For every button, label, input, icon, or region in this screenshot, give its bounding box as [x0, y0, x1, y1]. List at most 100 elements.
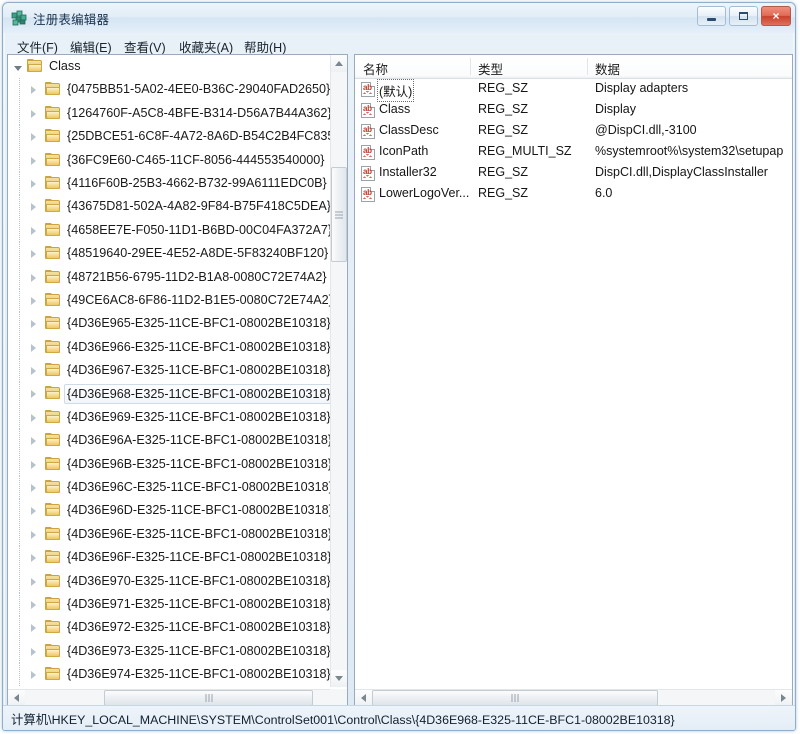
tree-item[interactable]: {43675D81-502A-4A82-9F84-B75F418C5DEA} — [8, 195, 330, 218]
tree-item[interactable]: {4D36E973-E325-11CE-BFC1-08002BE10318} — [8, 640, 330, 663]
tree-scroll-up-button[interactable] — [331, 55, 347, 72]
title-bar: 注册表编辑器 × — [3, 3, 795, 33]
tree-item[interactable]: {48519640-29EE-4E52-A8DE-5F83240BF120} — [8, 242, 330, 265]
tree-connector-line — [19, 523, 20, 546]
folder-icon — [45, 620, 61, 634]
expand-collapse-arrow[interactable] — [29, 180, 38, 189]
expand-collapse-arrow[interactable] — [29, 461, 38, 470]
expand-collapse-arrow[interactable] — [29, 648, 38, 657]
expand-collapse-arrow[interactable] — [29, 414, 38, 423]
tree-item[interactable]: {4D36E96F-E325-11CE-BFC1-08002BE10318} — [8, 546, 330, 569]
tree-item[interactable]: {4116F60B-25B3-4662-B732-99A6111EDC0B} — [8, 172, 330, 195]
tree-item[interactable]: {25DBCE51-6C8F-4A72-8A6D-B54C2B4FC835} — [8, 125, 330, 148]
value-row[interactable]: abClassDescREG_SZ@DispCI.dll,-3100 — [355, 121, 792, 142]
maximize-button[interactable] — [729, 6, 758, 26]
expand-collapse-arrow[interactable] — [29, 624, 38, 633]
tree-item[interactable]: {4D36E96A-E325-11CE-BFC1-08002BE10318} — [8, 429, 330, 452]
tree-item[interactable]: {4658EE7E-F050-11D1-B6BD-00C04FA372A7} — [8, 219, 330, 242]
tree-item-label: {4D36E971-E325-11CE-BFC1-08002BE10318} — [67, 595, 330, 613]
value-type: REG_SZ — [478, 123, 528, 137]
column-header-2[interactable]: 数据 — [595, 59, 620, 78]
tree-connector-line — [19, 195, 20, 218]
tree-connector-line — [19, 663, 20, 686]
tree-item[interactable]: {1264760F-A5C8-4BFE-B314-D56A7B44A362} — [8, 102, 330, 125]
column-header-0[interactable]: 名称 — [363, 59, 388, 78]
tree-item[interactable]: {4D36E96D-E325-11CE-BFC1-08002BE10318} — [8, 499, 330, 522]
tree-item[interactable]: {4D36E970-E325-11CE-BFC1-08002BE10318} — [8, 570, 330, 593]
tree-item[interactable]: {4D36E972-E325-11CE-BFC1-08002BE10318} — [8, 616, 330, 639]
tree-item[interactable]: {4D36E966-E325-11CE-BFC1-08002BE10318} — [8, 336, 330, 359]
value-row[interactable]: ab(默认)REG_SZDisplay adapters — [355, 79, 792, 100]
tree-item[interactable]: {0475BB51-5A02-4EE0-B36C-29040FAD2650} — [8, 78, 330, 101]
tree-connector-line — [19, 382, 20, 405]
value-row[interactable]: abLowerLogoVer...REG_SZ6.0 — [355, 184, 792, 205]
tree-root-item[interactable]: Class — [8, 55, 330, 78]
value-row[interactable]: abIconPathREG_MULTI_SZ%systemroot%\syste… — [355, 142, 792, 163]
expand-collapse-arrow[interactable] — [29, 507, 38, 516]
tree-scroll-left-button[interactable] — [8, 690, 25, 706]
expand-collapse-arrow[interactable] — [29, 157, 38, 166]
list-scroll-left-button[interactable] — [355, 690, 372, 706]
expand-collapse-arrow[interactable] — [29, 671, 38, 680]
value-row[interactable]: abInstaller32REG_SZDispCI.dll,DisplayCla… — [355, 163, 792, 184]
expand-collapse-arrow[interactable] — [29, 344, 38, 353]
minimize-button[interactable] — [697, 6, 726, 26]
expand-collapse-arrow[interactable] — [29, 133, 38, 142]
expand-collapse-arrow[interactable] — [29, 297, 38, 306]
tree-item[interactable]: {36FC9E60-C465-11CF-8056-444553540000} — [8, 149, 330, 172]
expand-collapse-arrow[interactable] — [29, 367, 38, 376]
expand-collapse-arrow[interactable] — [29, 320, 38, 329]
value-name: LowerLogoVer... — [379, 186, 469, 200]
column-divider[interactable] — [587, 58, 588, 75]
expand-collapse-arrow[interactable] — [29, 110, 38, 119]
expand-collapse-arrow[interactable] — [29, 601, 38, 610]
expand-collapse-arrow[interactable] — [29, 437, 38, 446]
tree-connector-line — [19, 476, 20, 499]
tree-connector-line — [19, 499, 20, 522]
folder-icon — [27, 59, 43, 73]
tree-item-selected[interactable]: {4D36E968-E325-11CE-BFC1-08002BE10318} — [8, 382, 330, 405]
tree-item[interactable]: {4D36E969-E325-11CE-BFC1-08002BE10318} — [8, 406, 330, 429]
tree-connector-line — [19, 593, 20, 616]
tree-item[interactable]: {48721B56-6795-11D2-B1A8-0080C72E74A2} — [8, 266, 330, 289]
value-name: IconPath — [379, 144, 428, 158]
tree-item[interactable]: {4D36E96C-E325-11CE-BFC1-08002BE10318} — [8, 476, 330, 499]
expand-collapse-arrow[interactable] — [29, 531, 38, 540]
tree-item-label: {4D36E96A-E325-11CE-BFC1-08002BE10318} — [67, 431, 330, 449]
expand-collapse-arrow[interactable] — [29, 227, 38, 236]
tree-item[interactable]: {4D36E965-E325-11CE-BFC1-08002BE10318} — [8, 312, 330, 335]
registry-values-list[interactable]: ab(默认)REG_SZDisplay adaptersabClassREG_S… — [355, 79, 792, 686]
expand-collapse-arrow[interactable] — [29, 554, 38, 563]
folder-icon — [45, 574, 61, 588]
expand-collapse-arrow[interactable] — [29, 484, 38, 493]
value-type: REG_SZ — [478, 102, 528, 116]
list-scroll-right-button[interactable] — [775, 690, 792, 706]
list-hscrollbar-thumb[interactable] — [372, 690, 658, 706]
list-horizontal-scrollbar[interactable] — [355, 689, 792, 706]
expand-collapse-arrow[interactable] — [29, 578, 38, 587]
tree-item[interactable]: {4D36E971-E325-11CE-BFC1-08002BE10318} — [8, 593, 330, 616]
tree-item-label: {43675D81-502A-4A82-9F84-B75F418C5DEA} — [67, 197, 330, 215]
tree-scrollbar-thumb[interactable] — [331, 167, 347, 262]
tree-vertical-scrollbar[interactable] — [330, 55, 347, 687]
tree-scroll-down-button[interactable] — [331, 670, 347, 687]
expand-collapse-arrow[interactable] — [14, 63, 23, 72]
tree-item[interactable]: {4D36E96B-E325-11CE-BFC1-08002BE10318} — [8, 453, 330, 476]
column-header-1[interactable]: 类型 — [478, 59, 503, 78]
expand-collapse-arrow[interactable] — [29, 86, 38, 95]
tree-horizontal-scrollbar[interactable] — [8, 689, 347, 706]
expand-collapse-arrow[interactable] — [29, 390, 38, 399]
column-divider[interactable] — [470, 58, 471, 75]
tree-hscrollbar-thumb[interactable] — [104, 690, 313, 706]
registry-tree[interactable]: Class{0475BB51-5A02-4EE0-B36C-29040FAD26… — [8, 55, 330, 687]
tree-item[interactable]: {49CE6AC8-6F86-11D2-B1E5-0080C72E74A2} — [8, 289, 330, 312]
tree-item-label: {49CE6AC8-6F86-11D2-B1E5-0080C72E74A2} — [67, 291, 330, 309]
expand-collapse-arrow[interactable] — [29, 250, 38, 259]
close-button[interactable]: × — [761, 6, 791, 26]
value-row[interactable]: abClassREG_SZDisplay — [355, 100, 792, 121]
tree-item[interactable]: {4D36E974-E325-11CE-BFC1-08002BE10318} — [8, 663, 330, 686]
expand-collapse-arrow[interactable] — [29, 203, 38, 212]
tree-item[interactable]: {4D36E96E-E325-11CE-BFC1-08002BE10318} — [8, 523, 330, 546]
tree-item[interactable]: {4D36E967-E325-11CE-BFC1-08002BE10318} — [8, 359, 330, 382]
expand-collapse-arrow[interactable] — [29, 274, 38, 283]
